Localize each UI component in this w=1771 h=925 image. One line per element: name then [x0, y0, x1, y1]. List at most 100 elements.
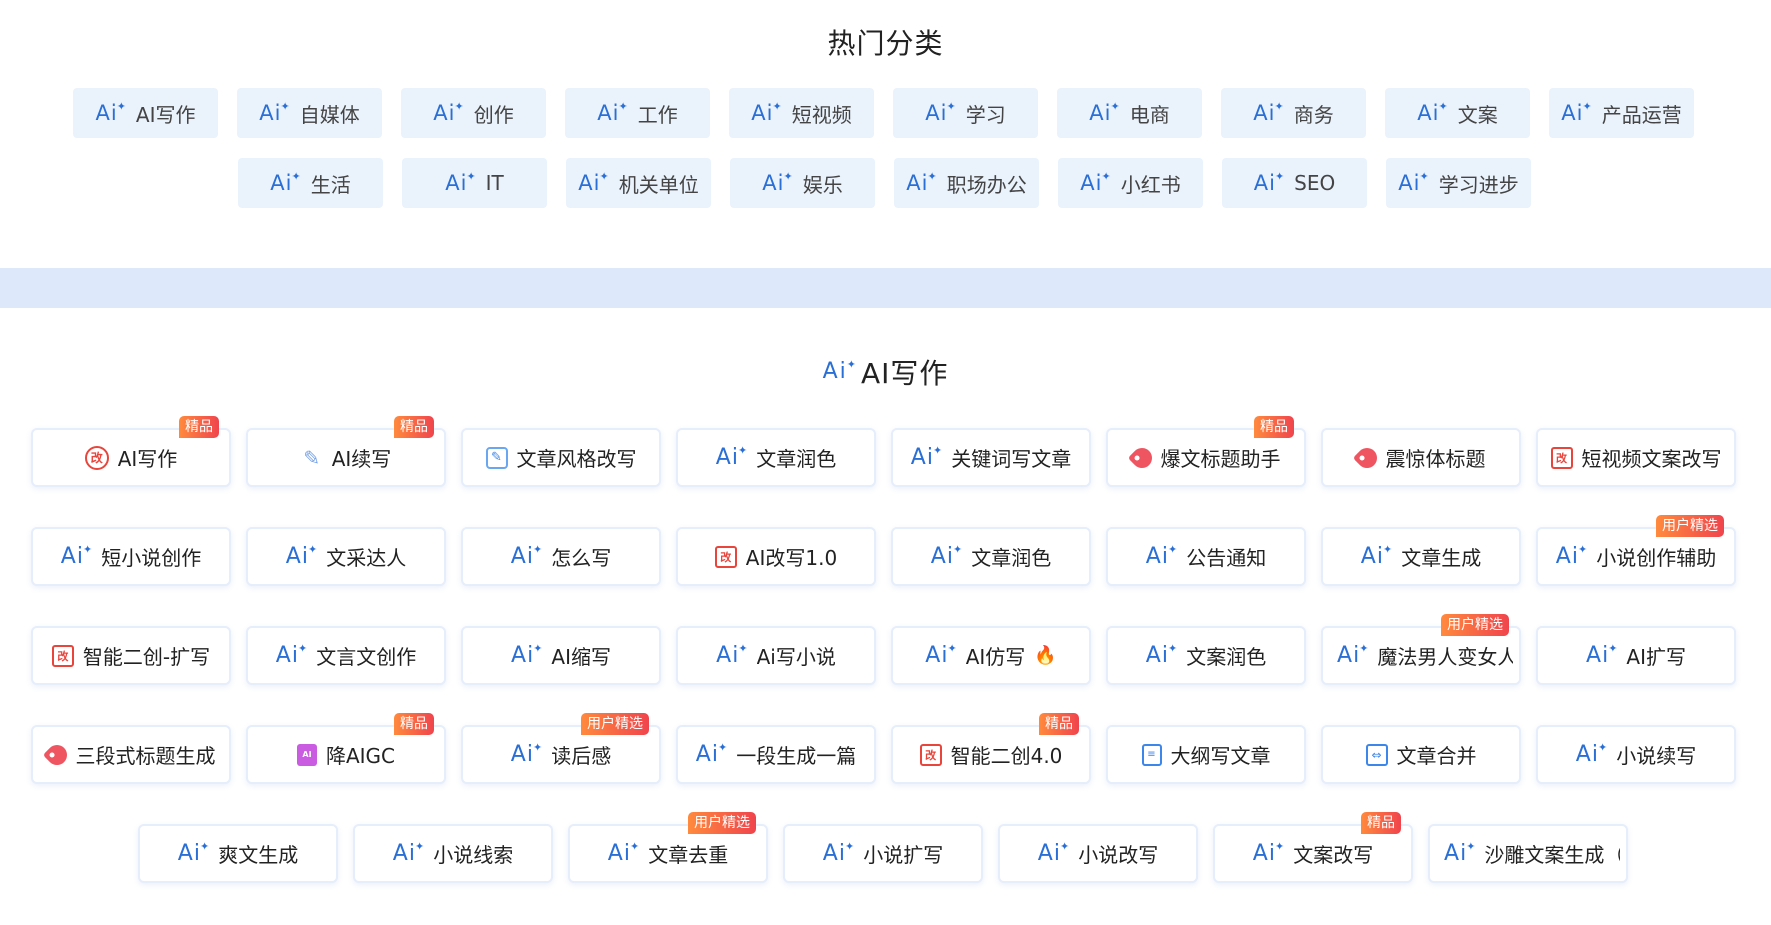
tag-icon [42, 740, 71, 769]
tool-card[interactable]: Ai✦ 沙雕文案生成（小 [1428, 824, 1628, 883]
category-label: 生活 [310, 172, 351, 197]
tool-label: 降AIGC [325, 744, 396, 768]
category-chip[interactable]: Ai ✦ 职场办公 [894, 158, 1039, 208]
tool-card[interactable]: Ai ✦ 文章润色 [676, 428, 876, 487]
tool-card[interactable]: Ai ✦ 小说扩写 [783, 824, 983, 883]
ai-icon: Ai ✦ [1555, 542, 1588, 569]
tool-card[interactable]: Ai ✦ AI缩写 [461, 626, 661, 685]
category-label: 自媒体 [299, 102, 360, 127]
tool-label: AI扩写 [1626, 645, 1686, 669]
badge: 用户精选 [688, 812, 756, 834]
tool-row: 三段式标题生成 AI 降AIGC 精品 Ai ✦ 读后感 用户精选 Ai ✦ 一段生成一篇 改智能二创… [31, 713, 1736, 784]
tool-card[interactable]: 改短视频文案改写 [1536, 428, 1736, 487]
tool-card[interactable]: Ai ✦ 小说续写 [1536, 725, 1736, 784]
tool-card[interactable]: Ai ✦ 爽文生成 [138, 824, 338, 883]
tool-card-wrapper: ✎ 文章风格改写 [461, 428, 661, 487]
tool-card-wrapper: 改智能二创-扩写 [31, 626, 231, 685]
tool-card[interactable]: Ai ✦ 小说线索 [353, 824, 553, 883]
tool-card[interactable]: Ai ✦ AI仿写 🔥 [891, 626, 1091, 685]
category-chip[interactable]: Ai ✦ SEO [1222, 158, 1367, 208]
category-label: 商务 [1293, 102, 1334, 127]
tool-label: Ai写小说 [756, 645, 836, 669]
tool-label: 小说扩写 [863, 843, 944, 867]
tool-card[interactable]: Ai ✦ Ai写小说 [676, 626, 876, 685]
category-chip[interactable]: Ai ✦ 机关单位 [566, 158, 711, 208]
ai-icon: Ai ✦ [762, 169, 793, 195]
category-chip[interactable]: Ai ✦ 短视频 [729, 88, 874, 138]
gai-circle-icon: 改 [84, 445, 109, 470]
ai-icon: Ai ✦ [1145, 542, 1178, 569]
category-chip[interactable]: Ai ✦ 商务 [1221, 88, 1366, 138]
tool-card[interactable]: Ai ✦ 怎么写 [461, 527, 661, 586]
tool-card[interactable]: Ai ✦ 关键词写文章 [891, 428, 1091, 487]
ai-icon: Ai ✦ [1561, 99, 1592, 125]
tool-row: Ai ✦ 短小说创作 Ai ✦ 文采达人 Ai ✦ 怎么写 改 AI改写1.0 Ai ✦ 文章润色 Ai ✦ 公… [31, 515, 1736, 586]
ai-icon: Ai ✦ [1575, 740, 1608, 767]
tool-card[interactable]: 三段式标题生成 [31, 725, 231, 784]
ai-icon: Ai ✦ [597, 99, 628, 125]
category-chip[interactable]: Ai ✦ 小红书 [1058, 158, 1203, 208]
category-chip[interactable]: Ai ✦ 工作 [565, 88, 710, 138]
tool-label: 短小说创作 [101, 546, 202, 570]
tool-card[interactable]: 改智能二创-扩写 [31, 626, 231, 685]
tool-card-wrapper: Ai ✦ 文案润色 [1106, 626, 1306, 685]
tool-label: 文章去重 [648, 843, 729, 867]
ai-icon: Ai ✦ [906, 169, 937, 195]
tool-card-wrapper: Ai✦ 沙雕文案生成（小 [1428, 824, 1628, 883]
ai-icon: Ai ✦ [1253, 169, 1285, 195]
ai-icon: Ai ✦ [1037, 839, 1070, 866]
tool-label: 小说续写 [1616, 744, 1697, 768]
category-chip[interactable]: Ai ✦ AI写作 [73, 88, 218, 138]
category-label: 电商 [1129, 102, 1170, 127]
category-row-1: Ai ✦ AI写作 Ai ✦ 自媒体 Ai ✦ 创作 Ai ✦ 工作 Ai ✦ 短视频 Ai ✦ 学习 Ai ✦ 电商 A… [73, 88, 1694, 138]
tool-card-wrapper: Ai✦ 魔法男人变女人小 用户精选 [1321, 614, 1521, 685]
tool-card-wrapper: Ai ✦ 小说扩写 [783, 824, 983, 883]
ai-icon: Ai ✦ [716, 641, 748, 668]
ai-icon: Ai ✦ [1586, 641, 1618, 668]
tool-label: 三段式标题生成 [75, 744, 216, 768]
tool-card[interactable]: 改 AI改写1.0 [676, 527, 876, 586]
tool-card-wrapper: Ai ✦ 文章去重 用户精选 [568, 812, 768, 883]
tool-card-wrapper: Ai ✦ 文言文创作 [246, 626, 446, 685]
tool-card[interactable]: 震惊体标题 [1321, 428, 1521, 487]
tool-card[interactable]: Ai ✦ 公告通知 [1106, 527, 1306, 586]
gai-square-icon: 改 [51, 644, 74, 667]
category-chip[interactable]: Ai ✦ 文案 [1385, 88, 1530, 138]
category-chip[interactable]: Ai ✦ IT [402, 158, 547, 208]
ai-icon: Ai ✦ [1444, 839, 1476, 866]
category-chip[interactable]: Ai ✦ 娱乐 [730, 158, 875, 208]
ai-icon: Ai ✦ [607, 839, 640, 866]
tool-card[interactable]: Ai ✦ 小说改写 [998, 824, 1198, 883]
category-label: 机关单位 [618, 172, 699, 197]
tool-card[interactable]: Ai ✦ 文章生成 [1321, 527, 1521, 586]
tool-label: 读后感 [551, 744, 612, 768]
tool-card[interactable]: Ai ✦ 短小说创作 [31, 527, 231, 586]
category-chip[interactable]: Ai ✦ 产品运营 [1549, 88, 1694, 138]
category-chip[interactable]: Ai ✦ 创作 [401, 88, 546, 138]
tool-card[interactable]: Ai ✦ AI扩写 [1536, 626, 1736, 685]
tool-label: 文案改写 [1293, 843, 1374, 867]
tool-card[interactable]: Ai ✦ 一段生成一篇 [676, 725, 876, 784]
tool-card[interactable]: ⇔ 文章合并 [1321, 725, 1521, 784]
tool-card-wrapper: Ai ✦ 怎么写 [461, 527, 661, 586]
tool-card-wrapper: 改 AI写作 精品 [31, 416, 231, 487]
category-label: 文案 [1457, 102, 1498, 127]
tool-card[interactable]: ✎ 文章风格改写 [461, 428, 661, 487]
category-label: 短视频 [791, 102, 852, 127]
tool-card[interactable]: Ai ✦ 文案润色 [1106, 626, 1306, 685]
tool-label: AI仿写 [965, 645, 1026, 669]
category-label: AI写作 [135, 102, 196, 127]
tool-card-wrapper: Ai ✦ AI扩写 [1536, 626, 1736, 685]
tool-card[interactable]: Ai ✦ 文言文创作 [246, 626, 446, 685]
category-chip[interactable]: Ai ✦ 学习进步 [1386, 158, 1531, 208]
category-chip[interactable]: Ai ✦ 生活 [238, 158, 383, 208]
category-row-2: Ai ✦ 生活 Ai ✦ IT Ai ✦ 机关单位 Ai ✦ 娱乐 Ai ✦ 职场办公 Ai ✦ 小红书 Ai ✦ SE… [238, 158, 1531, 208]
tool-card[interactable]: ≡ 大纲写文章 [1106, 725, 1306, 784]
tool-card[interactable]: Ai ✦ 文章润色 [891, 527, 1091, 586]
category-chip[interactable]: Ai ✦ 自媒体 [237, 88, 382, 138]
tool-label: 怎么写 [551, 546, 612, 570]
ai-writing-section-title: Ai ✦ AI写作 [0, 352, 1771, 392]
tool-card[interactable]: Ai ✦ 文采达人 [246, 527, 446, 586]
category-chip[interactable]: Ai ✦ 学习 [893, 88, 1038, 138]
category-chip[interactable]: Ai ✦ 电商 [1057, 88, 1202, 138]
